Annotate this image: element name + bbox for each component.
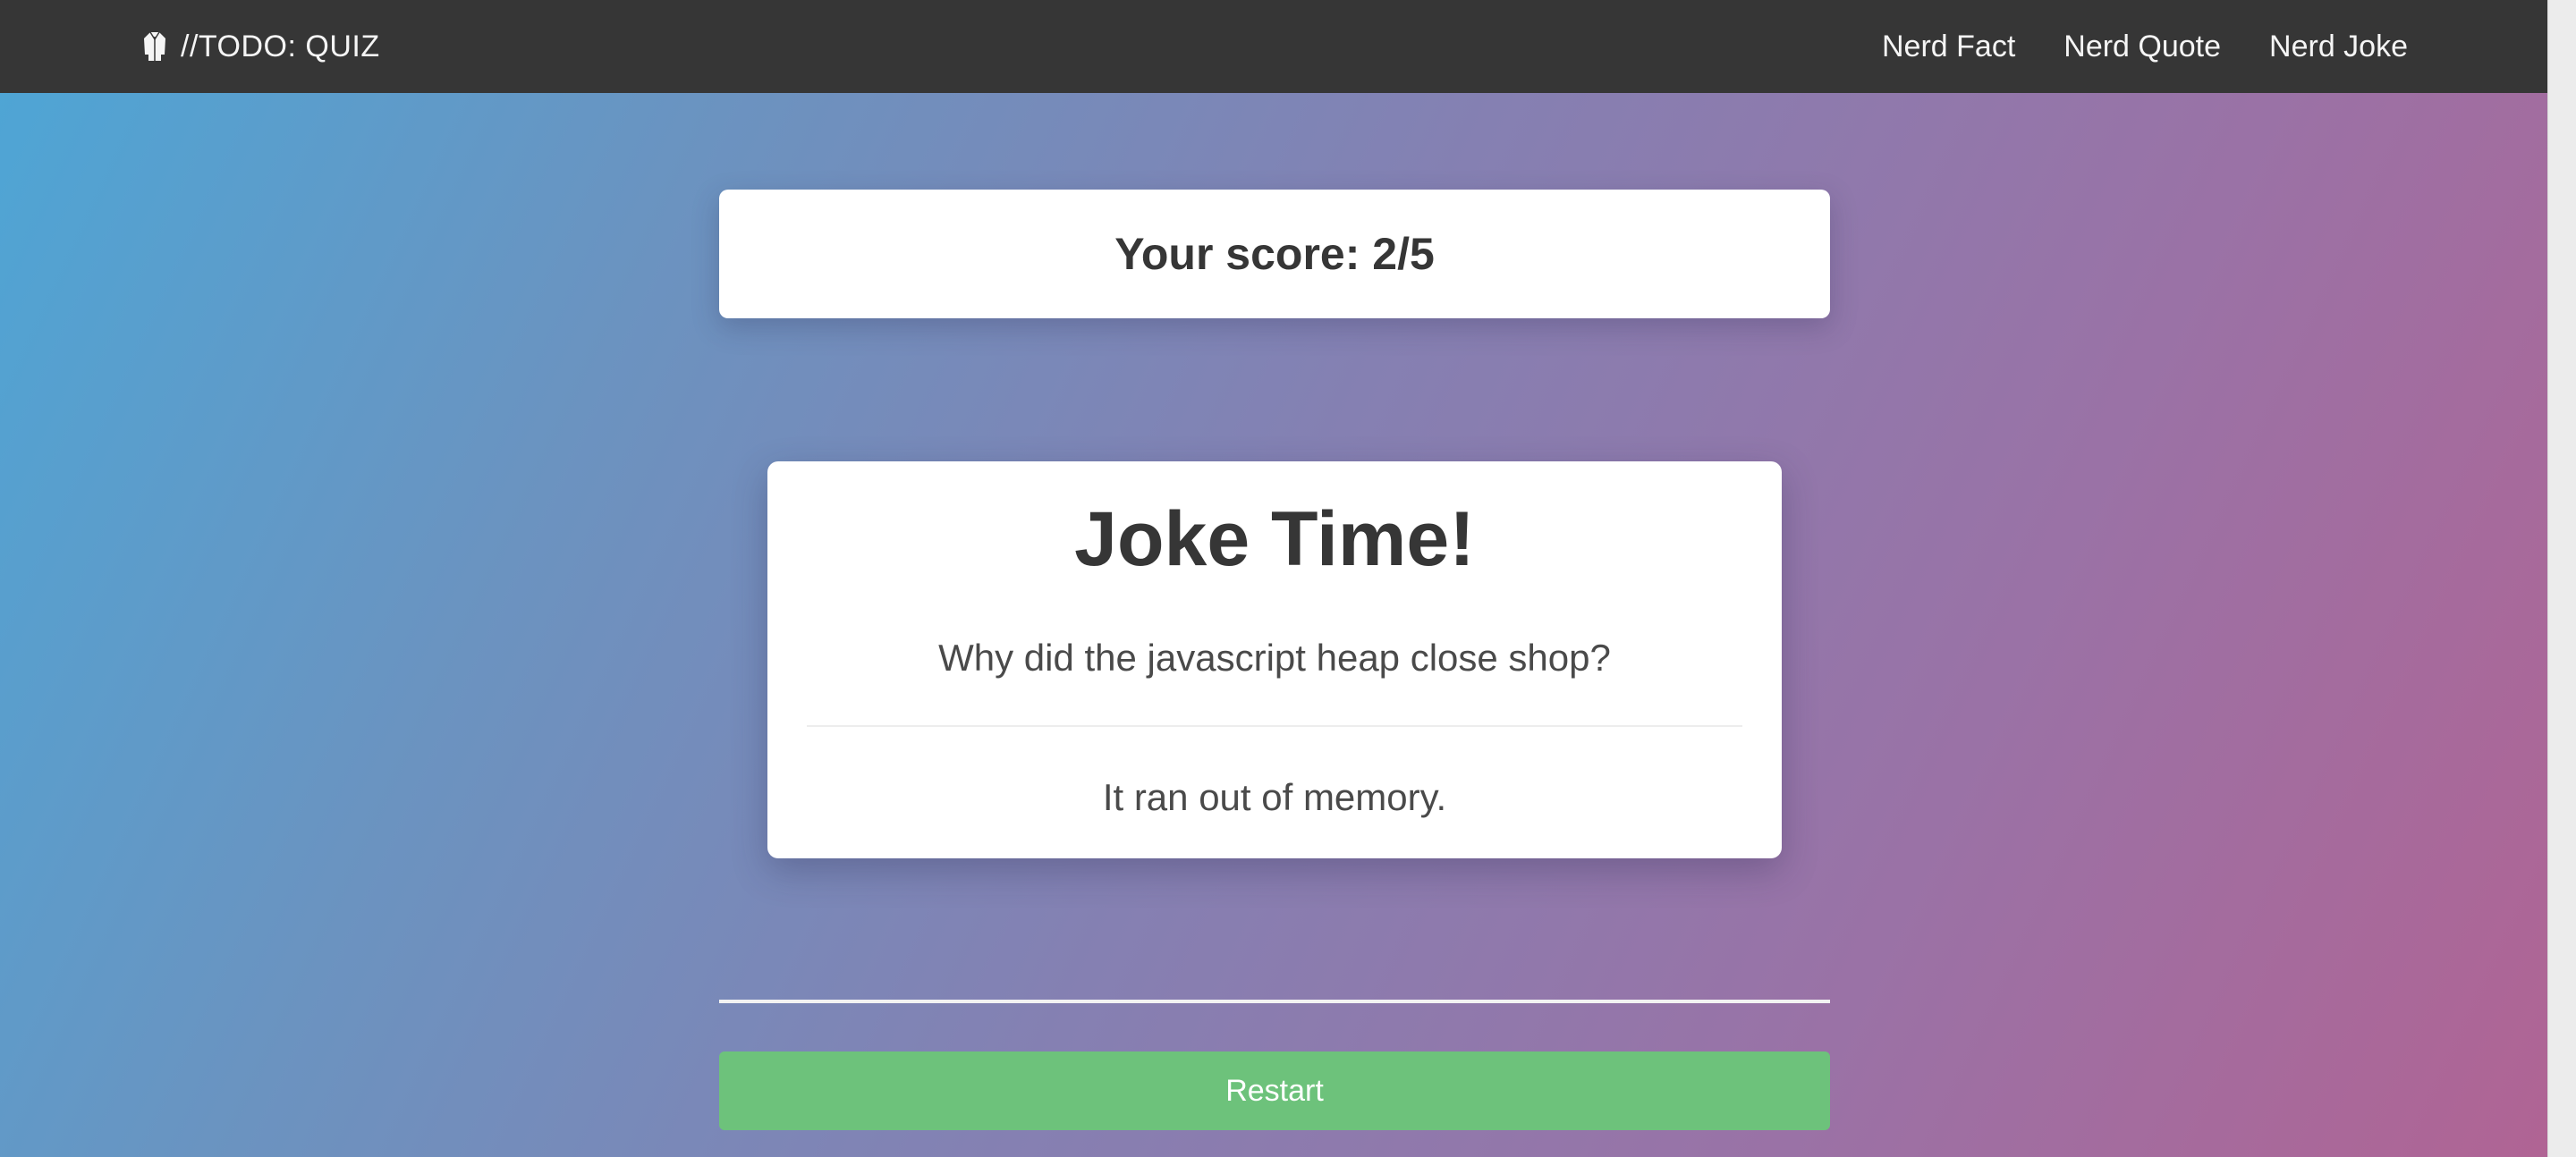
score-text: Your score: 2/5 (1114, 229, 1435, 279)
joke-punchline: It ran out of memory. (1102, 776, 1447, 818)
restart-button[interactable]: Restart (719, 1051, 1830, 1130)
joke-setup: Why did the javascript heap close shop? (938, 637, 1611, 679)
joke-divider (807, 725, 1742, 727)
score-card: Your score: 2/5 (719, 190, 1830, 318)
nav-link-nerd-joke[interactable]: Nerd Joke (2269, 30, 2408, 64)
brand[interactable]: //TODO: QUIZ (143, 23, 380, 70)
nav-links: Nerd Fact Nerd Quote Nerd Joke (1882, 23, 2408, 70)
lab-coat-icon (143, 31, 166, 62)
scrollbar-gutter[interactable] (2547, 0, 2576, 1157)
brand-title: //TODO: QUIZ (181, 29, 380, 63)
nav-link-nerd-quote[interactable]: Nerd Quote (2063, 30, 2221, 64)
nav-link-nerd-fact[interactable]: Nerd Fact (1882, 30, 2015, 64)
top-navbar: //TODO: QUIZ Nerd Fact Nerd Quote Nerd J… (0, 0, 2547, 93)
progress-divider (719, 1000, 1830, 1003)
joke-title: Joke Time! (1074, 496, 1475, 582)
joke-card: Joke Time! Why did the javascript heap c… (767, 461, 1782, 858)
